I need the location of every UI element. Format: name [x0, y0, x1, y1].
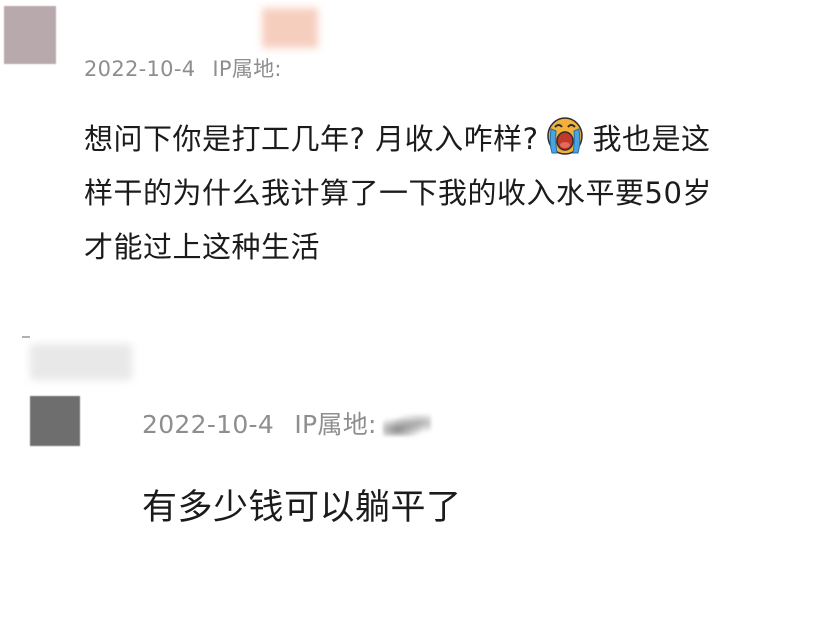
comment-item-2[interactable]: 2022-10-4 IP属地: 有多少钱可以躺平了	[0, 330, 830, 623]
comment-text-line: 有多少钱可以躺平了	[142, 488, 462, 528]
avatar[interactable]	[30, 396, 80, 446]
comment-meta: 2022-10-4 IP属地:	[84, 53, 282, 83]
crying-face-icon	[543, 113, 587, 157]
comment-line-3: 才能过上这种生活	[84, 230, 321, 264]
comment-date: 2022-10-4	[142, 410, 275, 439]
ip-location-label: IP属地:	[212, 57, 282, 81]
comment-text-part-2: 我也是这	[592, 122, 711, 156]
comment-date: 2022-10-4	[84, 57, 196, 81]
comment-item-1[interactable]: 2022-10-4 IP属地: 想问下你是打工几年? 月收入咋样? 我也是这 样…	[0, 0, 830, 320]
comment-text-part-1: 想问下你是打工几年? 月收入咋样?	[84, 122, 539, 156]
comment-line-1: 想问下你是打工几年? 月收入咋样? 我也是这	[84, 112, 824, 166]
comment-text: 想问下你是打工几年? 月收入咋样? 我也是这 样干的为什么我计算了一下我的收入水…	[84, 112, 824, 274]
ip-location-redacted	[382, 414, 431, 436]
ip-location-label: IP属地:	[294, 410, 377, 439]
comment-meta: 2022-10-4 IP属地:	[142, 405, 431, 441]
username-redacted	[262, 8, 318, 48]
avatar[interactable]	[4, 6, 56, 64]
username-redacted	[30, 344, 132, 380]
comment-text: 有多少钱可以躺平了	[142, 482, 462, 534]
comment-line-2: 样干的为什么我计算了一下我的收入水平要50岁	[84, 176, 712, 210]
